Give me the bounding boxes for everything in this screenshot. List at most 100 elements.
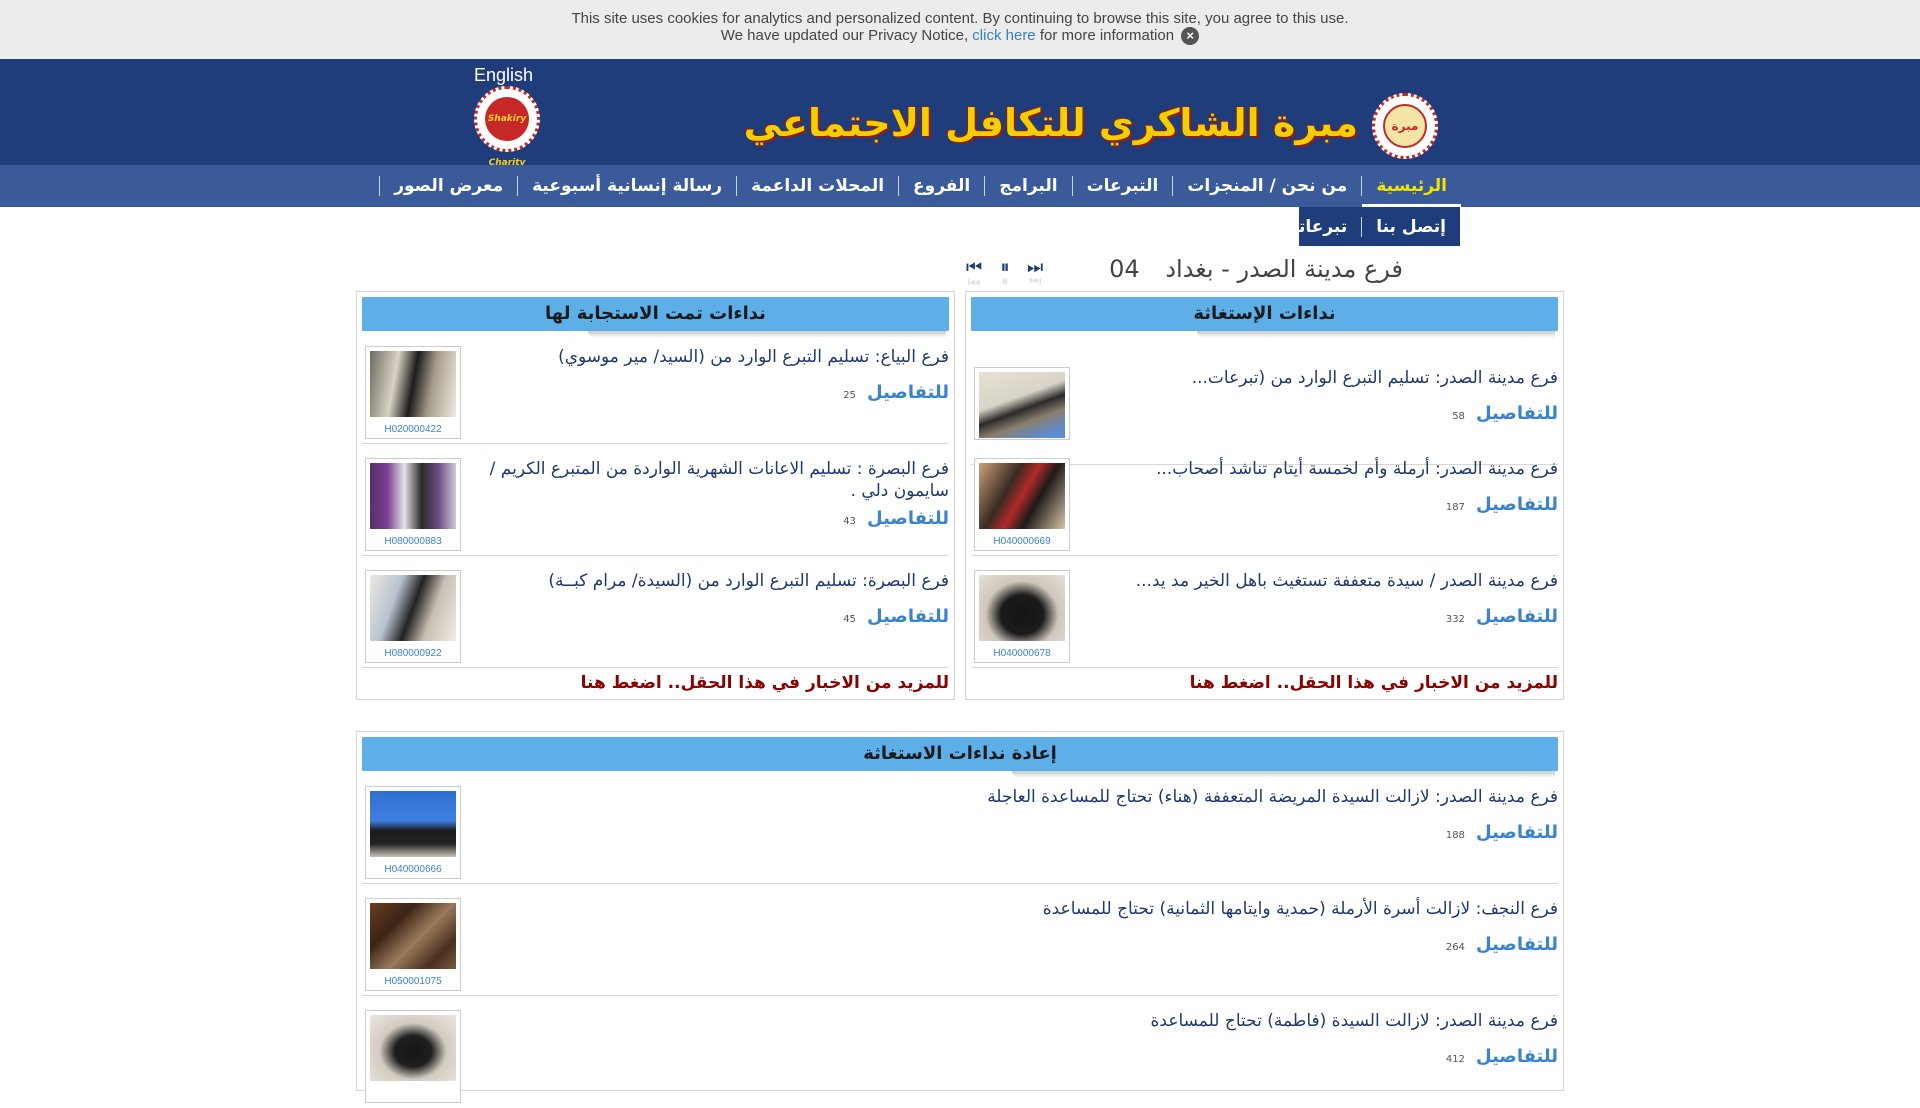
ticker-headline: فرع مدينة الصدر - بغداد bbox=[1165, 255, 1403, 283]
details-link[interactable]: للتفاصيل bbox=[1476, 403, 1558, 424]
appeals-panel-title: نداءات الإستغاثة bbox=[971, 297, 1558, 331]
item-thumbnail[interactable] bbox=[365, 1010, 461, 1103]
view-count: 264 bbox=[1445, 942, 1465, 953]
details-link[interactable]: للتفاصيل bbox=[867, 606, 949, 627]
item-meta: للتفاصيل 45 bbox=[843, 606, 949, 627]
responded-panel-title: نداءات تمت الاستجابة لها bbox=[362, 297, 949, 331]
item-thumbnail[interactable]: H080000883 bbox=[365, 458, 461, 551]
view-count: 188 bbox=[1445, 830, 1465, 841]
close-icon[interactable]: × bbox=[1181, 27, 1200, 46]
item-code: H040000666 bbox=[384, 864, 442, 875]
language-switch-link[interactable]: English bbox=[474, 65, 533, 86]
view-count: 45 bbox=[843, 614, 856, 625]
item-title-link[interactable]: فرع البصرة : تسليم الاعانات الشهرية الوا… bbox=[469, 458, 949, 502]
prev-icon[interactable]: ⏮ ⏮ bbox=[966, 259, 982, 290]
item-code: H080000883 bbox=[384, 536, 442, 547]
list-item: فرع مدينة الصدر: أرملة وأم لخمسة أيتام ت… bbox=[971, 452, 1558, 556]
main-nav-list: الرئيسية من نحن / المنجزات التبرعات البر… bbox=[379, 165, 1461, 207]
more-news-link[interactable]: للمزيد من الاخبار في هذا الحقل.. اضغط هن… bbox=[1190, 673, 1558, 693]
item-title-link[interactable]: فرع مدينة الصدر: تسليم التبرع الوارد من … bbox=[1078, 367, 1558, 389]
photo-image bbox=[370, 351, 456, 417]
item-title-link[interactable]: فرع مدينة الصدر: أرملة وأم لخمسة أيتام ت… bbox=[1078, 458, 1558, 480]
item-thumbnail[interactable]: H040000666 bbox=[365, 786, 461, 879]
photo-image bbox=[370, 463, 456, 529]
appeals-panel: نداءات الإستغاثة فرع مدينة الصدر: تسليم … bbox=[965, 291, 1564, 700]
cookie-more-info-text: for more information bbox=[1039, 27, 1175, 44]
details-link[interactable]: للتفاصيل bbox=[1476, 1046, 1558, 1067]
more-news-link[interactable]: للمزيد من الاخبار في هذا الحقل.. اضغط هن… bbox=[581, 673, 949, 693]
photo-image bbox=[979, 575, 1065, 641]
item-title-link[interactable]: فرع مدينة الصدر / سيدة متعففة تستغيث باه… bbox=[1078, 570, 1558, 592]
big-logo-text: مبرة bbox=[1383, 104, 1427, 148]
next-icon[interactable]: ⏭ ⏭ bbox=[1027, 259, 1043, 290]
cookie-message: This site uses cookies for analytics and… bbox=[571, 10, 1349, 27]
details-link[interactable]: للتفاصيل bbox=[1476, 822, 1558, 843]
list-item: فرع مدينة الصدر / سيدة متعففة تستغيث باه… bbox=[971, 564, 1558, 668]
photo-image bbox=[979, 463, 1065, 529]
item-thumbnail[interactable]: H040000669 bbox=[974, 458, 1070, 551]
nav-item-programs[interactable]: البرامج bbox=[984, 176, 1071, 196]
nav-item-contact[interactable]: إتصل بنا bbox=[1361, 216, 1460, 237]
item-thumbnail[interactable]: H050001075 bbox=[365, 898, 461, 991]
details-link[interactable]: للتفاصيل bbox=[867, 508, 949, 529]
list-item: فرع البياع: تسليم التبرع الوارد من (السي… bbox=[362, 340, 949, 444]
main-nav: الرئيسية من نحن / المنجزات التبرعات البر… bbox=[0, 165, 1920, 207]
item-thumbnail[interactable]: H040000678 bbox=[974, 570, 1070, 663]
nav-item-about[interactable]: من نحن / المنجزات bbox=[1172, 176, 1361, 196]
pause-icon[interactable]: ⏸ ⏸ bbox=[997, 259, 1013, 290]
item-code: H080000922 bbox=[384, 648, 442, 659]
cookie-privacy-line: We have updated our Privacy Notice, clic… bbox=[0, 27, 1920, 46]
header-shadow bbox=[1012, 771, 1555, 778]
item-title-link[interactable]: فرع البصرة: تسليم التبرع الوارد من (السي… bbox=[469, 570, 949, 592]
details-link[interactable]: للتفاصيل bbox=[867, 382, 949, 403]
photo-image bbox=[370, 791, 456, 857]
reappeals-panel: إعادة نداءات الاستغاثة فرع مدينة الصدر: … bbox=[356, 731, 1564, 1103]
cookie-privacy-text: We have updated our Privacy Notice, bbox=[720, 27, 969, 44]
photo-image bbox=[370, 903, 456, 969]
ticker-number: 04 bbox=[1109, 255, 1140, 283]
item-meta: للتفاصيل 332 bbox=[1446, 606, 1558, 627]
list-item: فرع النجف: لازالت أسرة الأرملة (حمدية وا… bbox=[362, 892, 1558, 996]
nav-item-home[interactable]: الرئيسية bbox=[1361, 176, 1461, 207]
details-link[interactable]: للتفاصيل bbox=[1476, 606, 1558, 627]
site-header: English Shakiry Charity مبرة الشاكري للت… bbox=[0, 59, 1920, 168]
list-item: فرع مدينة الصدر: لازالت السيدة المريضة ا… bbox=[362, 780, 1558, 884]
item-code: H020000422 bbox=[384, 424, 442, 435]
nav-item-your-donations[interactable]: تبرعاتك bbox=[1269, 217, 1361, 237]
nav-item-weekly-message[interactable]: رسالة إنسانية أسبوعية bbox=[517, 176, 736, 196]
nav-item-branches[interactable]: الفروع bbox=[898, 176, 984, 196]
responded-panel: نداءات تمت الاستجابة لها فرع البياع: تسل… bbox=[356, 291, 955, 700]
list-item: فرع مدينة الصدر: تسليم التبرع الوارد من … bbox=[971, 361, 1558, 465]
header-shadow bbox=[587, 331, 946, 338]
news-ticker[interactable]: فرع مدينة الصدر - بغداد 04 bbox=[1109, 255, 1403, 283]
small-logo-text: Shakiry Charity bbox=[485, 97, 529, 168]
nav-item-gallery[interactable]: معرض الصور bbox=[379, 176, 517, 196]
view-count: 412 bbox=[1445, 1054, 1465, 1065]
item-title-link[interactable]: فرع مدينة الصدر: لازالت السيدة (فاطمة) ت… bbox=[658, 1010, 1558, 1032]
item-title-link[interactable]: فرع النجف: لازالت أسرة الأرملة (حمدية وا… bbox=[658, 898, 1558, 920]
item-meta: للتفاصيل 58 bbox=[1452, 403, 1558, 424]
view-count: 43 bbox=[843, 516, 856, 527]
item-code: H040000678 bbox=[993, 648, 1051, 659]
header-shadow bbox=[1196, 331, 1555, 338]
mabarra-logo[interactable]: مبرة bbox=[1372, 93, 1438, 159]
item-title-link[interactable]: فرع مدينة الصدر: لازالت السيدة المريضة ا… bbox=[658, 786, 1558, 808]
item-meta: للتفاصيل 187 bbox=[1446, 494, 1558, 515]
details-link[interactable]: للتفاصيل bbox=[1476, 934, 1558, 955]
shakiry-charity-logo[interactable]: Shakiry Charity bbox=[474, 86, 540, 168]
cookie-click-here-link[interactable]: click here bbox=[972, 27, 1035, 44]
item-thumbnail[interactable] bbox=[974, 367, 1070, 440]
reappeals-panel-title: إعادة نداءات الاستغاثة bbox=[362, 737, 1558, 771]
details-link[interactable]: للتفاصيل bbox=[1476, 494, 1558, 515]
photo-image bbox=[979, 372, 1065, 438]
sub-nav: إتصل بنا تبرعاتك bbox=[1283, 207, 1460, 246]
nav-item-donations[interactable]: التبرعات bbox=[1071, 176, 1173, 196]
list-item: فرع مدينة الصدر: لازالت السيدة (فاطمة) ت… bbox=[362, 1004, 1558, 1108]
nav-item-supporting-shops[interactable]: المحلات الداعمة bbox=[736, 176, 898, 196]
item-thumbnail[interactable]: H080000922 bbox=[365, 570, 461, 663]
item-code: H040000669 bbox=[993, 536, 1051, 547]
view-count: 25 bbox=[843, 390, 856, 401]
item-thumbnail[interactable]: H020000422 bbox=[365, 346, 461, 439]
item-title-link[interactable]: فرع البياع: تسليم التبرع الوارد من (السي… bbox=[469, 346, 949, 368]
site-brand-title: مبرة الشاكري للتكافل الاجتماعي bbox=[743, 101, 1358, 145]
